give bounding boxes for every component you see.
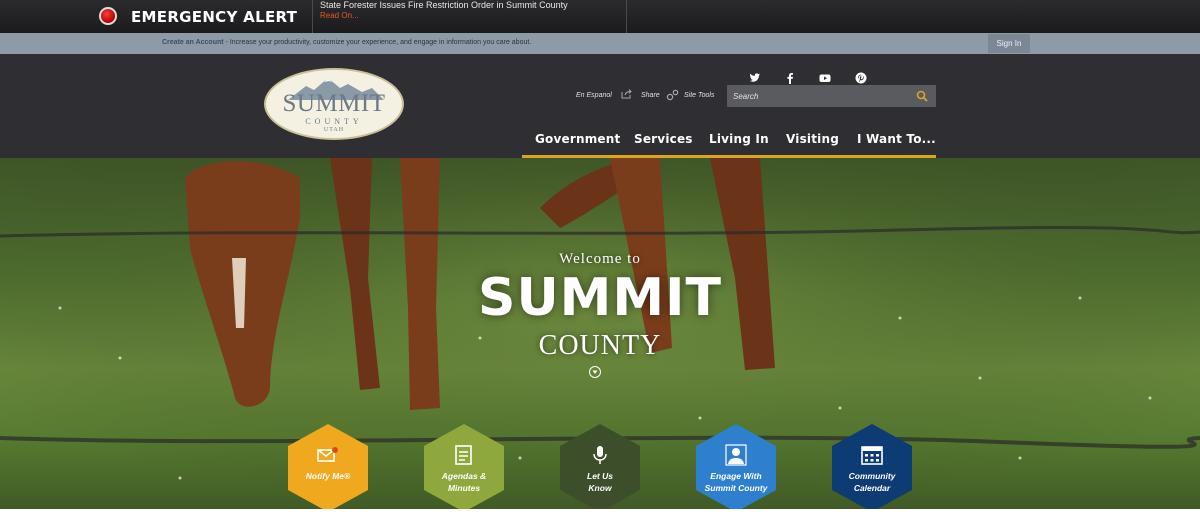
emergency-alert-bar: EMERGENCY ALERT State Forester Issues Fi… bbox=[0, 0, 1200, 33]
hero-subtitle: COUNTY bbox=[538, 330, 662, 361]
site-tools-link[interactable]: Site Tools bbox=[684, 92, 714, 99]
logo-summit-text: SUMMIT bbox=[282, 90, 386, 117]
en-espanol-link[interactable]: En Espanol bbox=[576, 92, 612, 99]
youtube-icon[interactable] bbox=[819, 72, 831, 84]
hex-label-line1: Agendas & bbox=[441, 471, 487, 481]
gear-icon[interactable] bbox=[666, 89, 680, 101]
nav-item-visiting[interactable]: Visiting bbox=[786, 132, 839, 146]
account-bar: Create an Account - Increase your produc… bbox=[0, 33, 1200, 54]
hex-label: Let Us Know bbox=[560, 470, 640, 494]
alert-read-on-link[interactable]: Read On... bbox=[320, 11, 359, 20]
hex-label-line2: Know bbox=[588, 483, 612, 493]
divider bbox=[312, 0, 313, 33]
create-account-link[interactable]: Create an Account bbox=[162, 39, 224, 46]
scroll-down-icon[interactable] bbox=[589, 366, 601, 378]
hex-label-line1: Community bbox=[848, 471, 896, 481]
hex-label: Engage With Summit County bbox=[696, 470, 776, 494]
divider bbox=[626, 0, 627, 33]
person-icon bbox=[725, 444, 747, 466]
share-icon[interactable] bbox=[621, 89, 632, 99]
county-logo[interactable]: SUMMIT COUNTY UTAH bbox=[264, 68, 404, 140]
main-nav: Government Services Living In Visiting I… bbox=[522, 124, 936, 158]
logo-utah-text: UTAH bbox=[323, 127, 345, 133]
sign-in-button[interactable]: Sign In bbox=[988, 34, 1030, 53]
hero-title: SUMMIT bbox=[478, 268, 722, 328]
account-message-text: - Increase your productivity, customize … bbox=[223, 39, 532, 46]
share-link[interactable]: Share bbox=[641, 92, 660, 99]
logo-county-text: COUNTY bbox=[305, 117, 363, 126]
alert-icon bbox=[99, 7, 117, 25]
hero-welcome-text: Welcome to bbox=[559, 251, 641, 267]
hex-label-line1: Notify Me® bbox=[305, 471, 351, 481]
hex-label-line2: Summit County bbox=[704, 483, 768, 493]
page-bottom-strip bbox=[0, 509, 1200, 515]
search-box bbox=[727, 85, 936, 107]
hex-label-line1: Engage With bbox=[710, 471, 762, 481]
microphone-icon bbox=[593, 446, 607, 464]
twitter-icon[interactable] bbox=[749, 72, 761, 84]
calendar-icon bbox=[861, 446, 883, 465]
facebook-icon[interactable] bbox=[784, 72, 796, 84]
hex-label: Agendas & Minutes bbox=[424, 470, 504, 494]
account-message: Create an Account - Increase your produc… bbox=[162, 39, 531, 46]
pinterest-icon[interactable] bbox=[855, 72, 867, 84]
nav-item-government[interactable]: Government bbox=[535, 132, 620, 146]
notepad-icon bbox=[455, 445, 472, 465]
nav-item-living-in[interactable]: Living In bbox=[709, 132, 769, 146]
alert-headline[interactable]: State Forester Issues Fire Restriction O… bbox=[320, 0, 568, 10]
search-input[interactable] bbox=[727, 85, 903, 107]
hex-label: Community Calendar bbox=[832, 470, 912, 494]
hex-label-line2: Calendar bbox=[853, 483, 891, 493]
hex-label: Notify Me® bbox=[288, 470, 368, 482]
search-icon[interactable] bbox=[916, 90, 928, 102]
nav-item-services[interactable]: Services bbox=[634, 132, 693, 146]
envelope-icon bbox=[317, 447, 338, 462]
nav-item-i-want-to[interactable]: I Want To... bbox=[857, 132, 936, 146]
alert-title: EMERGENCY ALERT bbox=[131, 8, 298, 26]
hex-label-line2: Minutes bbox=[447, 483, 481, 493]
hex-label-line1: Let Us bbox=[587, 471, 613, 481]
